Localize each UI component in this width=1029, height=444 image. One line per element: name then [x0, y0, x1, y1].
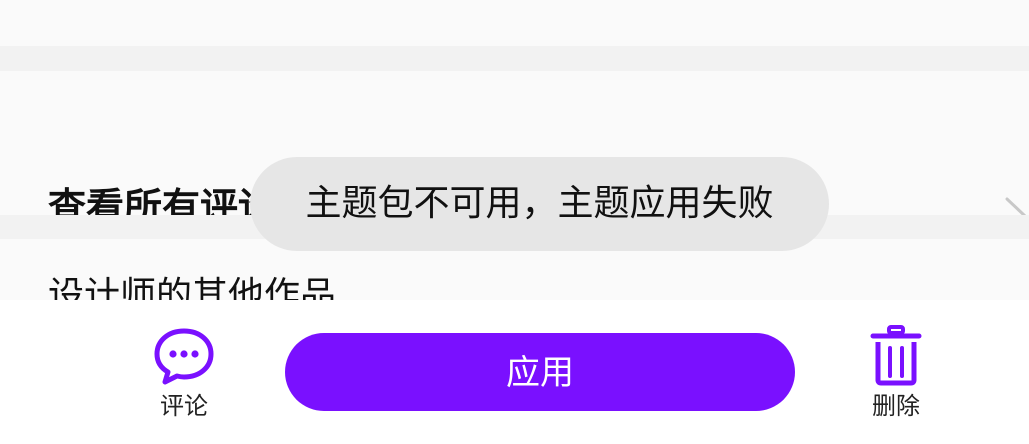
delete-button[interactable]: 删除 [856, 322, 936, 426]
other-works-title: 设计师的其他作品 [48, 275, 337, 300]
comment-label: 评论 [160, 392, 208, 420]
delete-label: 删除 [872, 392, 920, 420]
apply-button[interactable]: 应用 [285, 333, 795, 411]
error-toast: 主题包不可用，主题应用失败 [250, 157, 829, 251]
section-divider [0, 46, 1029, 71]
top-content-area [0, 0, 1029, 46]
theme-detail-screen: 查看所有评论 设计师的其他作品 评论 应用 删除 主题包不可用，主题应用失败 [0, 0, 1029, 444]
speech-bubble-icon [154, 328, 214, 385]
trash-icon [870, 325, 922, 386]
comment-button[interactable]: 评论 [144, 322, 224, 426]
